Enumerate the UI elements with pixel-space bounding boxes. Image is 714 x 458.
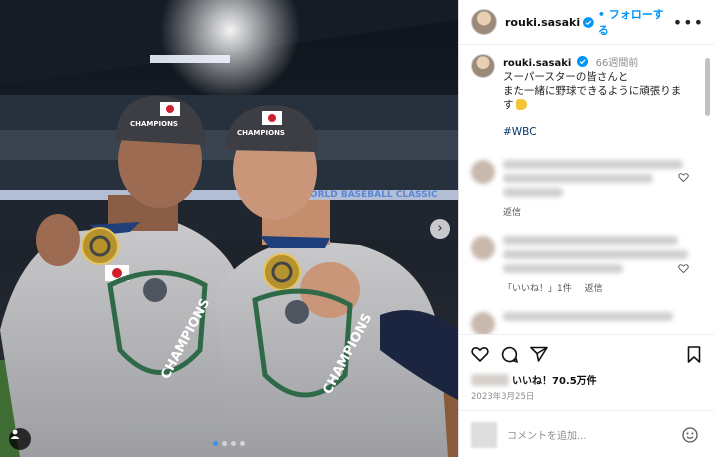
comment-item: [459, 312, 705, 334]
heart-icon[interactable]: [678, 263, 689, 274]
comment-text-blurred: [503, 236, 688, 278]
post-photo[interactable]: WORLD BASEBALL CLASSIC CHAMPIONS CHAMPIO…: [0, 0, 458, 457]
cap-badge-text: CHAMPIONS: [130, 120, 178, 128]
comment-composer: コメントを追加...: [459, 410, 714, 458]
caption-text: スーパースターの皆さんと また一緒に野球できるように頑張りま す: [503, 71, 682, 111]
heart-icon[interactable]: [678, 172, 689, 183]
next-arrow-icon[interactable]: ›: [430, 219, 450, 239]
liker-blurred: [471, 373, 509, 386]
comment-text-blurred: [503, 160, 683, 202]
carousel-dots: [213, 441, 245, 446]
comment-icon[interactable]: [501, 346, 518, 363]
post-time[interactable]: 66週間前: [596, 58, 639, 69]
comment-item: [459, 236, 705, 278]
comment-text-blurred: [503, 312, 673, 334]
avatar[interactable]: [471, 9, 497, 35]
scrollbar[interactable]: [705, 58, 710, 323]
caption: rouki.sasaki 66週間前 スーパースターの皆さんと また一緒に野球で…: [459, 45, 705, 138]
carousel-dot[interactable]: [213, 441, 218, 446]
comment-like-count[interactable]: 「いいね！」1件: [503, 284, 572, 294]
username-link[interactable]: rouki.sasaki: [505, 16, 580, 29]
bookmark-icon[interactable]: [687, 346, 701, 363]
heart-icon[interactable]: [471, 346, 489, 362]
avatar: [471, 421, 497, 448]
likes-row[interactable]: いいね！70.5万件: [471, 372, 597, 387]
comments-scroll[interactable]: rouki.sasaki 66週間前 スーパースターの皆さんと また一緒に野球で…: [459, 45, 705, 334]
hashtag-link[interactable]: #WBC: [503, 126, 693, 138]
likes-count[interactable]: いいね！70.5万件: [512, 372, 597, 387]
post-date: 2023年3月25日: [471, 392, 535, 402]
photo-illustration: WORLD BASEBALL CLASSIC CHAMPIONS CHAMPIO…: [0, 0, 458, 457]
verified-badge-icon: [577, 56, 589, 67]
follow-label: フォローする: [597, 8, 664, 37]
comment-meta: 「いいね！」1件 返信: [503, 281, 705, 294]
banner-text: WORLD BASEBALL CLASSIC: [300, 190, 438, 200]
post-actions: [459, 334, 714, 371]
comment-avatar[interactable]: [471, 312, 495, 334]
reply-button[interactable]: 返信: [503, 208, 521, 218]
comment-meta: 返信: [503, 205, 705, 218]
cap-badge-text-right: CHAMPIONS: [237, 129, 285, 137]
comment-avatar[interactable]: [471, 236, 495, 260]
carousel-dot[interactable]: [240, 441, 245, 446]
post-header: rouki.sasaki • フォローする •••: [459, 0, 714, 45]
post-sidebar: rouki.sasaki • フォローする ••• rouki.sasaki 6…: [458, 0, 714, 457]
caption-username[interactable]: rouki.sasaki: [503, 58, 571, 69]
more-options-icon[interactable]: •••: [673, 13, 704, 32]
verified-badge-icon: [583, 16, 594, 28]
follow-button[interactable]: • フォローする: [598, 6, 673, 38]
user-tag-icon[interactable]: [9, 428, 31, 450]
reply-button[interactable]: 返信: [585, 284, 603, 294]
emoji-icon[interactable]: [682, 427, 698, 443]
share-icon[interactable]: [530, 346, 548, 362]
scrollbar-thumb[interactable]: [705, 58, 710, 116]
flexed-biceps-icon: [515, 99, 527, 110]
carousel-dot[interactable]: [222, 441, 227, 446]
comment-input[interactable]: コメントを追加...: [507, 427, 587, 442]
comment-avatar[interactable]: [471, 160, 495, 184]
comment-item: [459, 160, 705, 202]
caption-avatar[interactable]: [471, 54, 495, 78]
carousel-dot[interactable]: [231, 441, 236, 446]
